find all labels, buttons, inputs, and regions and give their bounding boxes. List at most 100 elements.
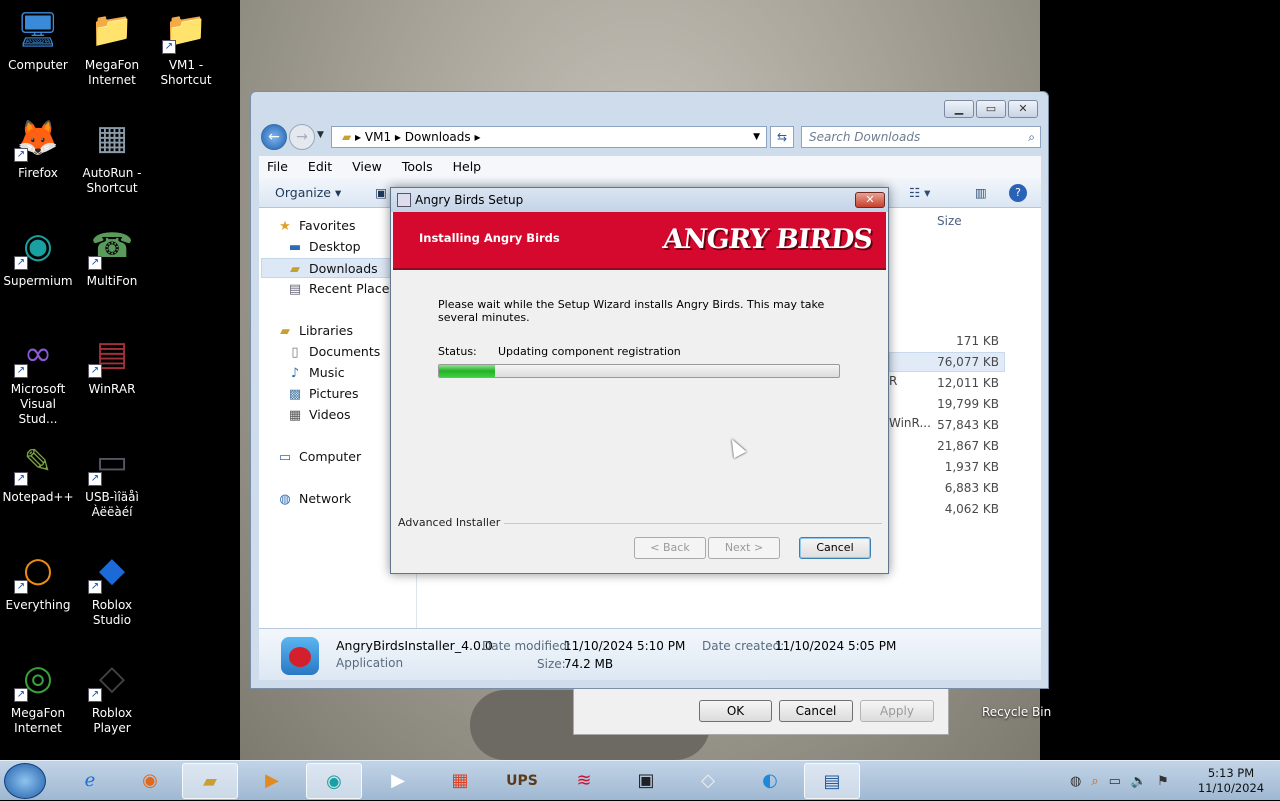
status-value: Updating component registration: [498, 345, 681, 358]
menu-edit[interactable]: Edit: [308, 156, 332, 178]
edge-taskbar-icon[interactable]: ◐: [742, 763, 798, 799]
preview-pane-icon[interactable]: ▥: [975, 178, 987, 208]
address-bar[interactable]: ▰ ▸ VM1 ▸ Downloads ▸ ▼: [331, 126, 767, 148]
forward-arrow-icon[interactable]: →: [289, 124, 315, 150]
bank-taskbar-icon[interactable]: ≋: [556, 763, 612, 799]
nav-pictures[interactable]: ▩ Pictures: [287, 384, 359, 404]
desktop-icon-roblox-studio[interactable]: ◆ ↗ Roblox Studio: [74, 540, 150, 628]
nav-videos[interactable]: ▦ Videos: [287, 405, 351, 425]
size-column-header[interactable]: Size: [937, 214, 962, 228]
history-dropdown-icon[interactable]: ▼: [317, 130, 324, 140]
nav-documents[interactable]: ▯ Documents: [287, 342, 380, 362]
tray-app-icon[interactable]: ◍: [1070, 774, 1081, 789]
next-button[interactable]: Next >: [708, 537, 780, 559]
menu-help[interactable]: Help: [453, 156, 482, 178]
nav-computer[interactable]: ▭ Computer: [277, 447, 361, 467]
progress-fill: [439, 365, 495, 377]
desktop-icon-microsoft-visual-studio[interactable]: ∞ ↗ Microsoft Visual Stud...: [0, 324, 76, 427]
action-center-flag-icon[interactable]: ⚑: [1157, 774, 1169, 789]
nav-music[interactable]: ♪ Music: [287, 363, 345, 383]
media-player-taskbar-icon[interactable]: ▶: [244, 763, 300, 799]
tray-search-icon[interactable]: ⌕: [1091, 774, 1098, 789]
desktop-icon-multifon[interactable]: ☎ ↗ MultiFon: [74, 216, 150, 289]
back-button[interactable]: < Back: [634, 537, 706, 559]
status-label: Status:: [438, 345, 477, 358]
maximize-button[interactable]: ▭: [976, 100, 1006, 118]
shortcut-arrow-icon: ↗: [14, 148, 28, 162]
menu-file[interactable]: File: [267, 156, 288, 178]
shortcut-arrow-icon: ↗: [14, 688, 28, 702]
nav-favorites[interactable]: ★ Favorites: [277, 216, 355, 236]
setup-banner: Installing Angry Birds ANGRY BIRDS: [393, 212, 886, 270]
pictures-icon: ▩: [288, 387, 302, 402]
breadcrumb-vm1[interactable]: VM1: [365, 130, 391, 144]
back-arrow-icon[interactable]: ←: [261, 124, 287, 150]
details-size-value: 74.2 MB: [564, 657, 614, 671]
organize-button[interactable]: Organize ▾: [275, 185, 341, 200]
nav-recent-places[interactable]: ▤ Recent Places: [287, 279, 396, 299]
nav-network[interactable]: ◍ Network: [277, 489, 351, 509]
desktop-icon-label: MegaFon Internet: [10, 706, 66, 735]
folder-icon: ▰: [342, 130, 352, 144]
multifon-icon: ☎ ↗: [88, 222, 136, 270]
properties-cancel-button[interactable]: Cancel: [779, 700, 853, 722]
details-size-label: Size:: [537, 657, 566, 671]
autorun-shortcut-icon: ▦: [95, 118, 129, 158]
setup-title-bar: Angry Birds Setup ✕: [391, 188, 888, 212]
desktop-icon-firefox[interactable]: 🦊 ↗ Firefox: [0, 108, 76, 181]
explorer-taskbar-icon[interactable]: ▰: [182, 763, 238, 799]
supermium-taskbar-icon[interactable]: ◉: [306, 763, 362, 799]
breadcrumb-downloads[interactable]: Downloads: [405, 130, 471, 144]
internet-explorer-taskbar-icon[interactable]: ℯ: [62, 763, 118, 799]
desktop-icon-label: Firefox: [18, 166, 58, 180]
desktop-icon-winrar[interactable]: ▤ ↗ WinRAR: [74, 324, 150, 397]
properties-icon[interactable]: ▣: [375, 185, 387, 200]
ups-taskbar-icon[interactable]: UPS: [494, 763, 550, 799]
help-icon[interactable]: ?: [1009, 184, 1027, 202]
recycle-bin-label[interactable]: Recycle Bin: [982, 705, 1051, 719]
shortcut-arrow-icon: ↗: [88, 364, 102, 378]
desktop-icon-notepad-[interactable]: ✎ ↗ Notepad++: [0, 432, 76, 505]
details-modified-value: 11/10/2024 5:10 PM: [564, 639, 686, 653]
youtube-taskbar-icon[interactable]: ▶: [370, 763, 426, 799]
cancel-button[interactable]: Cancel: [799, 537, 871, 559]
start-button[interactable]: [4, 763, 46, 799]
nav-desktop[interactable]: ▬ Desktop: [287, 237, 361, 257]
downloads-folder-icon: ▰: [290, 262, 300, 277]
shopping-bag-taskbar-icon[interactable]: ▣: [618, 763, 674, 799]
desktop-icon-supermium[interactable]: ◉ ↗ Supermium: [0, 216, 76, 289]
desktop-icon-everything[interactable]: ○ ↗ Everything: [0, 540, 76, 613]
shortcut-arrow-icon: ↗: [162, 40, 176, 54]
properties-ok-button[interactable]: OK: [699, 700, 772, 722]
vm1-shortcut-icon: 📁 ↗: [162, 6, 210, 54]
desktop-icon-vm1-shortcut[interactable]: 📁 ↗ VM1 - Shortcut: [148, 0, 224, 88]
file-size-cell: 12,011 KB: [937, 376, 999, 390]
desktop-icon-roblox-player[interactable]: ◇ ↗ Roblox Player: [74, 648, 150, 736]
search-input[interactable]: Search Downloads ⌕: [801, 126, 1041, 148]
nav-libraries[interactable]: ▰ Libraries: [277, 321, 353, 341]
refresh-icon[interactable]: ⇆: [770, 126, 794, 148]
menu-view[interactable]: View: [352, 156, 382, 178]
desktop-icon-computer[interactable]: 🖥 Computer: [0, 0, 76, 73]
setup-taskbar-icon[interactable]: ▤: [804, 763, 860, 799]
desktop-icon-usb-modem[interactable]: ▭ ↗ USB-ìîäåì Àëëàéí: [74, 432, 150, 520]
setup-title: Angry Birds Setup: [415, 193, 524, 207]
menu-tools[interactable]: Tools: [402, 156, 433, 178]
view-options-icon[interactable]: ☷ ▾: [909, 178, 930, 208]
roblox-taskbar-icon[interactable]: ◇: [680, 763, 736, 799]
close-button[interactable]: ✕: [1008, 100, 1038, 118]
desktop-icon-megafon-internet-folder[interactable]: 📁 MegaFon Internet: [74, 0, 150, 88]
address-dropdown-icon[interactable]: ▼: [753, 127, 760, 147]
setup-close-button[interactable]: ✕: [855, 192, 885, 208]
firefox-taskbar-icon[interactable]: ◉: [122, 763, 178, 799]
volume-muted-icon[interactable]: 🔈: [1131, 774, 1147, 789]
desktop-icon-label: Roblox Player: [91, 706, 133, 735]
desktop-icon-megafon-internet-app[interactable]: ◎ ↗ MegaFon Internet: [0, 648, 76, 736]
properties-apply-button[interactable]: Apply: [860, 700, 934, 722]
minimize-button[interactable]: ▁: [944, 100, 974, 118]
clock[interactable]: 5:13 PM 11/10/2024: [1196, 766, 1266, 796]
tray-device-icon[interactable]: ▭: [1109, 774, 1121, 789]
desktop-icon-autorun-shortcut[interactable]: ▦ AutoRun - Shortcut: [74, 108, 150, 196]
microsoft-store-taskbar-icon[interactable]: ▦: [432, 763, 488, 799]
shortcut-arrow-icon: ↗: [14, 580, 28, 594]
